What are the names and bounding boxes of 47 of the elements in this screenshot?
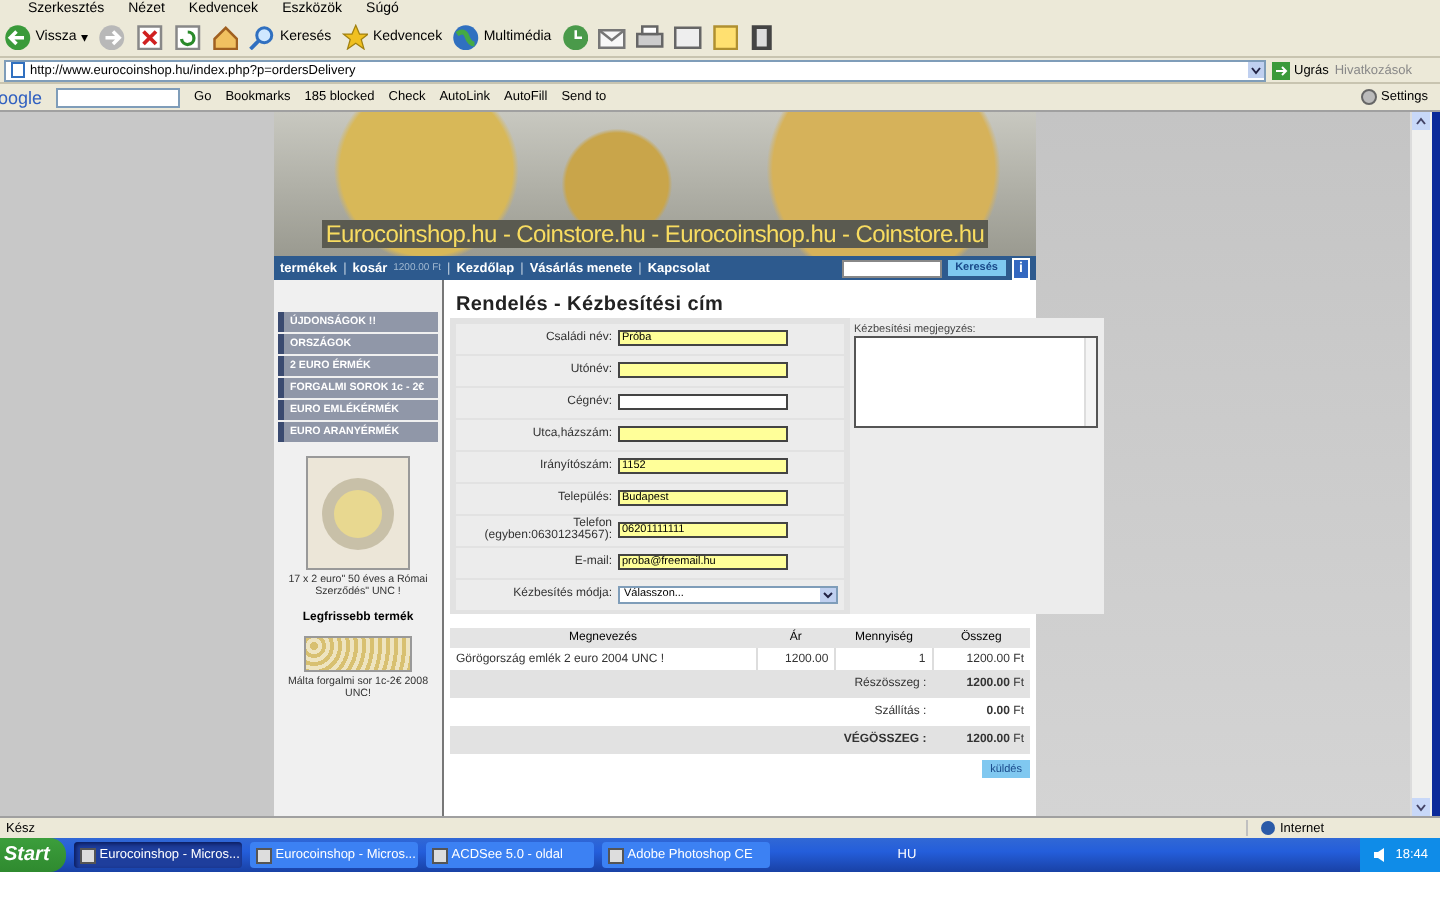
envelope-icon: [598, 23, 627, 51]
back-arrow-icon: [4, 23, 32, 51]
coin-set-photo: [304, 636, 412, 672]
window-icon: [255, 847, 272, 863]
window-icon: [79, 847, 96, 863]
search-icon: [248, 23, 276, 51]
window-icon: [431, 847, 448, 863]
input-field[interactable]: [618, 362, 788, 378]
window-icon: [673, 23, 702, 51]
film-icon: [748, 23, 777, 51]
home-icon: [211, 23, 239, 51]
coin-photo: [306, 456, 410, 570]
refresh-icon: [173, 23, 201, 51]
scroll-up-icon: [1412, 112, 1430, 130]
search-field[interactable]: [56, 87, 181, 107]
edit-button[interactable]: [673, 23, 702, 51]
note-icon: [711, 23, 739, 51]
scrollbar[interactable]: [1410, 112, 1432, 816]
banner-text: Eurocoinshop.hu - Coinstore.hu - Eurocoinshop.hu - Coinstore.hu: [321, 220, 989, 248]
note-field[interactable]: [854, 336, 1098, 428]
film-button[interactable]: [748, 23, 777, 51]
refresh-button[interactable]: [173, 23, 201, 51]
speaker-icon: [1371, 846, 1388, 864]
search-field[interactable]: [841, 259, 942, 277]
home-button[interactable]: [211, 23, 239, 51]
mail-button[interactable]: [598, 23, 627, 51]
forward-arrow-icon: [98, 23, 126, 51]
stop-button[interactable]: [136, 23, 164, 51]
globe-icon: [1260, 820, 1276, 836]
star-icon: [341, 23, 369, 51]
input-field[interactable]: [618, 426, 788, 442]
stop-icon: [136, 23, 164, 51]
window-icon: [607, 847, 624, 863]
page-icon: [10, 62, 26, 78]
dropdown-icon: [820, 587, 836, 601]
print-button[interactable]: [636, 23, 664, 51]
printer-icon: [636, 23, 664, 51]
page-title: Rendelés - Kézbesítési cím: [456, 294, 726, 316]
dropdown-icon: [1248, 62, 1264, 78]
input-field[interactable]: [618, 394, 788, 410]
settings-icon: [1359, 88, 1377, 106]
start-button[interactable]: Start: [0, 838, 66, 872]
scroll-down-icon: [1412, 798, 1430, 816]
arrow-icon: [1272, 61, 1290, 79]
clock-icon: [561, 23, 589, 51]
globe-icon: [452, 23, 480, 51]
history-button[interactable]: [561, 23, 589, 51]
